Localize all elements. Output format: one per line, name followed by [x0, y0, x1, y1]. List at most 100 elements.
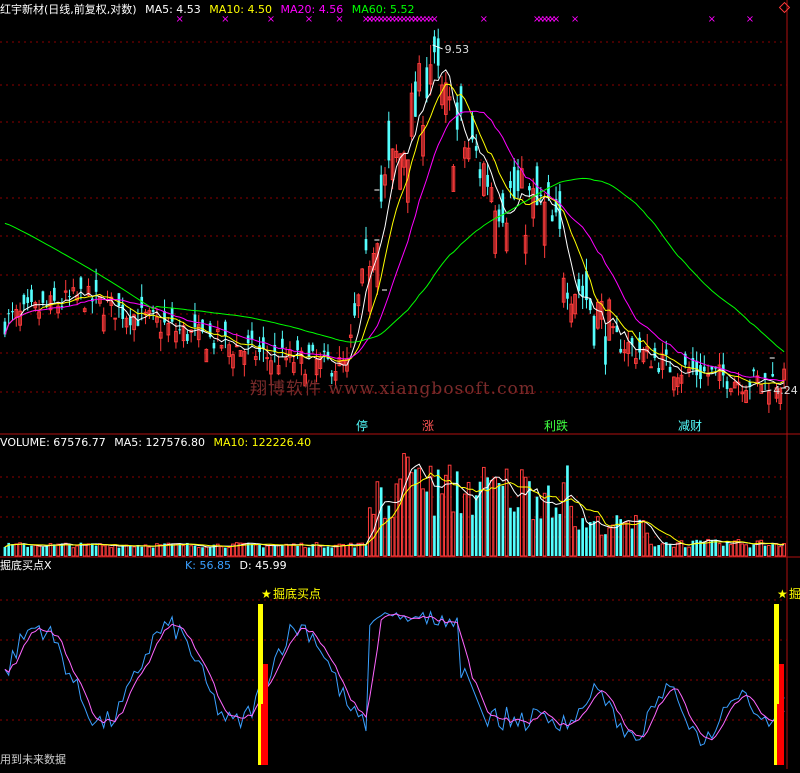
- volume-bar: [101, 545, 106, 557]
- volume-bar: [474, 495, 478, 556]
- volume-bar: [86, 543, 91, 557]
- volume-bar: [592, 521, 596, 556]
- volume-bar: [599, 534, 604, 557]
- volume-bar: [717, 543, 722, 557]
- volume-bar: [394, 483, 399, 557]
- volume-bar: [641, 520, 646, 557]
- candle-body: [664, 349, 668, 355]
- volume-bar: [121, 545, 125, 556]
- volume-bar: [181, 545, 186, 557]
- volume-bar: [740, 543, 745, 557]
- candle-body: [566, 292, 569, 299]
- volume-bar: [554, 507, 558, 556]
- volume-bar: [3, 547, 7, 556]
- volume-bar: [402, 453, 406, 557]
- candle-body: [163, 311, 166, 323]
- volume-bar: [140, 546, 144, 556]
- volume-bar: [744, 544, 748, 557]
- volume-bar: [398, 478, 403, 557]
- volume-bar: [82, 543, 87, 557]
- volume-bar: [143, 544, 148, 557]
- volume-bar: [26, 546, 30, 556]
- volume-bar: [687, 546, 691, 557]
- candle-body: [265, 357, 269, 360]
- volume-bar: [224, 547, 227, 556]
- volume-bar: [269, 544, 273, 557]
- ma5-label: MA5: 4.53: [145, 3, 201, 16]
- ma5-line: [4, 69, 785, 388]
- candle-body: [512, 166, 516, 199]
- footer-note: 用到未来数据: [0, 753, 66, 766]
- volume-bar: [581, 518, 584, 556]
- volume-bar: [615, 515, 619, 556]
- volume-bar: [45, 545, 49, 556]
- volume-bar: [433, 515, 436, 556]
- volume-bar: [201, 547, 204, 556]
- high-price-label: 9.53: [445, 43, 470, 56]
- ma10-label: MA10: 4.50: [209, 3, 273, 16]
- volume-bar: [132, 546, 136, 557]
- candle-body: [26, 297, 30, 303]
- volume-bar: [489, 480, 494, 557]
- volume-bar: [516, 507, 520, 556]
- signal-bar-red-inner-1: [777, 704, 780, 765]
- volume-bar: [178, 543, 182, 556]
- volume-bar: [353, 547, 356, 556]
- volume-bar: [284, 543, 289, 557]
- candle-body: [725, 381, 729, 389]
- volume-bar: [30, 545, 33, 556]
- volume-bar: [660, 543, 665, 557]
- candle-body: [60, 305, 64, 307]
- candle-body: [585, 271, 588, 301]
- candle-body: [425, 67, 429, 99]
- volume-bar: [262, 547, 265, 556]
- price-tag-1: 涨: [422, 418, 434, 433]
- volume-bar: [219, 546, 224, 557]
- volume-bar: [566, 465, 569, 556]
- low-price-label: 4.24: [773, 384, 798, 397]
- volume-bar: [367, 507, 372, 557]
- volume-bar: [330, 547, 334, 556]
- candle-body: [296, 340, 299, 351]
- candle-body: [11, 310, 14, 313]
- volume-bar: [281, 544, 284, 556]
- ma60-line: [4, 177, 785, 353]
- volume-bar: [459, 513, 463, 556]
- ma10-line: [4, 83, 785, 385]
- chart-stage: 9.53 4.24 × × × × × × × × × × × × × × × × × × × × × × × × × × × × × × × ×…: [0, 0, 800, 769]
- volume-bar: [774, 542, 779, 557]
- k-line: [4, 610, 785, 747]
- volume-bar: [509, 507, 512, 556]
- volume-bar: [387, 505, 391, 556]
- volume-bar: [296, 545, 299, 556]
- volume-label: VOLUME: 67576.77: [0, 436, 106, 449]
- candle-body: [516, 170, 520, 192]
- ma20-label: MA20: 4.56: [280, 3, 344, 16]
- volume-bar: [531, 519, 536, 557]
- candle-body: [7, 313, 11, 315]
- signal-label-1: 掘: [789, 586, 800, 601]
- volume-bar: [105, 544, 110, 557]
- candle-body: [151, 310, 155, 312]
- volume-bar: [68, 544, 71, 556]
- volume-bar: [596, 516, 600, 557]
- top-marker: ×: [430, 14, 438, 25]
- candle-body: [550, 215, 554, 222]
- volume-bar: [98, 543, 102, 557]
- volume-bar: [11, 544, 14, 556]
- volume-bar: [550, 517, 554, 556]
- volume-bar: [151, 547, 155, 556]
- watermark: 翔博软件 www.xiangbosoft.com: [250, 379, 536, 399]
- candle-body: [52, 287, 56, 301]
- volume-bar: [622, 522, 627, 557]
- volume-bar: [481, 466, 486, 557]
- volume-bar: [493, 477, 498, 557]
- candle-body: [379, 174, 383, 202]
- candle-body: [528, 186, 531, 191]
- candle-body: [668, 366, 672, 373]
- candle-body: [41, 291, 45, 303]
- volume-bar: [471, 514, 474, 556]
- candle-body: [478, 169, 482, 179]
- volume-bar: [588, 522, 592, 556]
- volume-bar: [504, 468, 509, 557]
